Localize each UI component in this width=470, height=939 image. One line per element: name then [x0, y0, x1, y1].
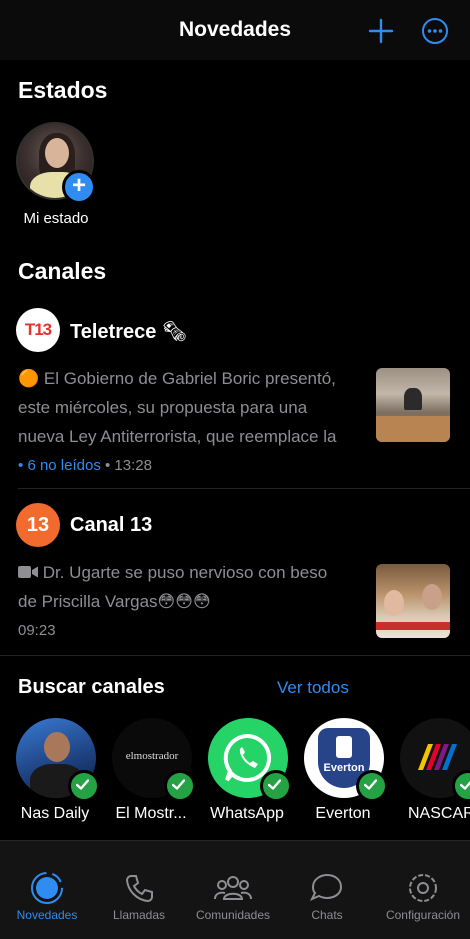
- canal13-logo[interactable]: 13: [16, 503, 60, 547]
- message-thumbnail[interactable]: [376, 368, 450, 442]
- suggestion-label[interactable]: NASCAR: [390, 805, 470, 823]
- channel-name: Teletrece: [70, 321, 157, 343]
- more-options-icon[interactable]: [421, 17, 449, 45]
- see-all-link[interactable]: Ver todos: [277, 678, 349, 698]
- suggestion-label[interactable]: Everton: [293, 805, 393, 823]
- phone-icon: [125, 875, 153, 903]
- top-bar: Novedades: [0, 0, 470, 60]
- divider: [18, 488, 470, 489]
- channel-last-message[interactable]: Dr. Ugarte se puso nervioso con beso de …: [18, 558, 366, 616]
- verified-badge-icon: [260, 770, 292, 802]
- channel-item[interactable]: Canal 13: [70, 514, 152, 537]
- add-status-button[interactable]: +: [62, 170, 96, 204]
- message-thumbnail[interactable]: [376, 564, 450, 638]
- statuses-title: Estados: [18, 77, 108, 103]
- communities-icon: [214, 876, 252, 900]
- channel-meta: • 6 no leídos • 13:28: [18, 457, 152, 474]
- tab-bar: Novedades Llamadas Comunidades Chats Con…: [0, 840, 470, 939]
- unread-count: 6 no leídos: [27, 457, 101, 474]
- tab-chats[interactable]: Chats: [280, 871, 374, 922]
- plus-icon[interactable]: [368, 18, 394, 44]
- channels-title: Canales: [18, 258, 107, 284]
- tab-calls[interactable]: Llamadas: [92, 871, 186, 922]
- message-time: 13:28: [114, 457, 152, 474]
- verified-badge-icon: [356, 770, 388, 802]
- my-status-label: Mi estado: [23, 210, 89, 227]
- channel-item[interactable]: Teletrece 🗞: [70, 319, 187, 344]
- divider: [0, 655, 470, 656]
- suggestion-label[interactable]: El Mostr...: [101, 805, 201, 823]
- page-title: Novedades: [178, 18, 292, 41]
- find-channels-title: Buscar canales: [18, 676, 165, 698]
- channel-last-message[interactable]: 🟠 El Gobierno de Gabriel Boric presentó,…: [18, 364, 366, 451]
- teletrece-logo[interactable]: T13: [16, 308, 60, 352]
- channel-name: Canal 13: [70, 514, 153, 536]
- chats-icon: [309, 873, 343, 901]
- tab-settings[interactable]: Configuración: [376, 871, 470, 922]
- verified-badge-icon: [164, 770, 196, 802]
- suggestion-label[interactable]: Nas Daily: [5, 805, 105, 823]
- unread-dot: •: [18, 457, 24, 474]
- updates-icon: [31, 872, 63, 904]
- suggestion-label[interactable]: WhatsApp: [197, 805, 297, 823]
- tab-updates[interactable]: Novedades: [0, 871, 94, 922]
- orange-circle-emoji: 🟠: [18, 369, 40, 388]
- verified-badge-icon: [68, 770, 100, 802]
- settings-icon: [409, 874, 437, 902]
- video-icon: [18, 566, 38, 578]
- tab-communities[interactable]: Comunidades: [186, 871, 280, 922]
- newspaper-emoji: 🗞: [161, 321, 188, 343]
- message-time: 09:23: [18, 622, 56, 639]
